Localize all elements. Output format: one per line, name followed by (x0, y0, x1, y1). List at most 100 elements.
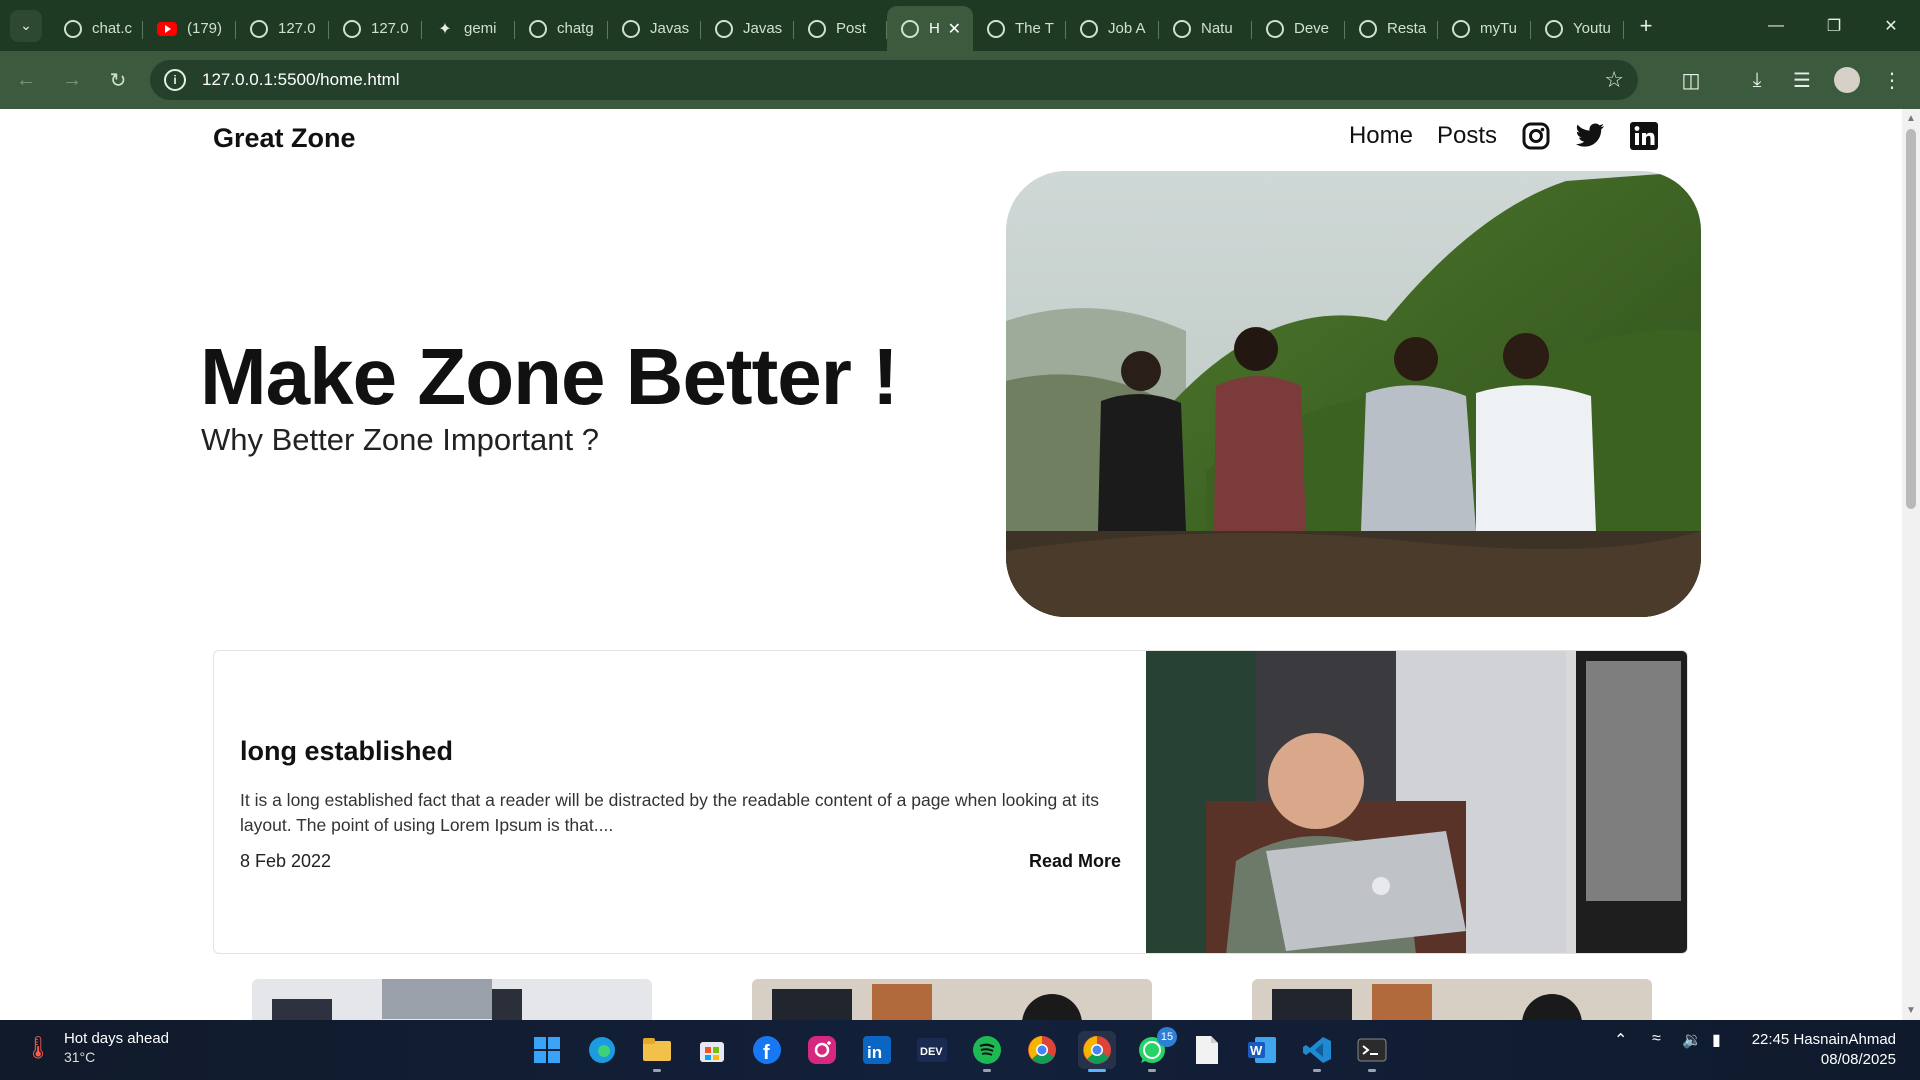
close-window-button[interactable]: ✕ (1862, 0, 1920, 51)
weather-temp: 31°C (63, 1049, 96, 1065)
tab-list: chat.c (179) 127.0 127.0 ✦ gemi chatg Javas Java… (50, 0, 1624, 51)
vscode-app[interactable] (1298, 1031, 1336, 1072)
browser-tab[interactable]: Javas (608, 11, 701, 47)
post-excerpt: It is a long established fact that a rea… (240, 790, 1100, 835)
store-app[interactable] (693, 1031, 731, 1069)
spotify-app[interactable] (968, 1031, 1006, 1072)
restore-button[interactable]: ❐ (1805, 0, 1863, 51)
nav-home-link[interactable]: Home (1349, 122, 1413, 150)
scrollbar-thumb[interactable] (1906, 129, 1916, 509)
browser-tab[interactable]: myTu (1438, 11, 1531, 47)
browser-tab[interactable]: Resta (1345, 11, 1438, 47)
address-bar[interactable]: i 127.0.0.1:5500/home.html ☆ (150, 60, 1638, 100)
forward-button[interactable]: → (52, 60, 92, 100)
media-control-button[interactable]: ☰ (1782, 60, 1822, 100)
windows-icon (534, 1037, 560, 1063)
reload-button[interactable]: ↻ (98, 60, 138, 100)
spotify-icon (973, 1036, 1001, 1064)
browser-tab[interactable]: Deve (1252, 11, 1345, 47)
browser-tab[interactable]: Job A (1066, 11, 1159, 47)
file-explorer-app[interactable] (638, 1031, 676, 1072)
post-title[interactable]: long established (240, 736, 453, 767)
tab-search-button[interactable]: ⌄ (10, 9, 42, 42)
kebab-menu-icon: ⋮ (1882, 69, 1902, 92)
chrome-icon (1028, 1036, 1056, 1064)
svg-text:DEV: DEV (920, 1046, 943, 1058)
browser-tab[interactable]: H ✕ (887, 6, 973, 51)
site-info-icon[interactable]: i (164, 69, 186, 91)
taskbar: 🌡 Hot days ahead 31°C f in DEV 15 W ⌃ ≈ … (0, 1020, 1920, 1080)
file-icon (1196, 1036, 1218, 1064)
chevron-up-icon[interactable]: ⌃ (1614, 1030, 1627, 1050)
weather-widget[interactable]: 🌡 Hot days ahead 31°C (24, 1030, 169, 1065)
whatsapp-app[interactable]: 15 (1133, 1027, 1177, 1072)
start-button[interactable] (528, 1031, 566, 1069)
instagram-icon (808, 1036, 836, 1064)
browser-tab[interactable]: (179) (143, 11, 236, 47)
browser-toolbar: ← → ↻ i 127.0.0.1:5500/home.html ☆ ◫ ⤓ ☰… (0, 51, 1920, 109)
browser-tab[interactable]: chatg (515, 11, 608, 47)
browser-tab[interactable]: 127.0 (236, 11, 329, 47)
browser-tab[interactable]: 127.0 (329, 11, 422, 47)
browser-tab[interactable]: Natu (1159, 11, 1252, 47)
bookmark-star-icon[interactable]: ☆ (1604, 67, 1624, 93)
svg-text:f: f (763, 1042, 770, 1064)
wifi-icon[interactable]: ≈ (1652, 1030, 1661, 1048)
arrow-right-icon: → (62, 68, 82, 91)
devto-app[interactable]: DEV (913, 1031, 951, 1069)
linkedin-icon: in (863, 1036, 891, 1064)
gemini-icon: ✦ (438, 20, 452, 38)
read-more-link[interactable]: Read More (1029, 851, 1121, 872)
linkedin-app[interactable]: in (858, 1031, 896, 1069)
terminal-icon (1357, 1038, 1387, 1062)
close-tab-icon[interactable]: ✕ (948, 19, 961, 39)
instagram-icon[interactable] (1521, 121, 1551, 151)
chrome-app[interactable] (1023, 1031, 1061, 1069)
instagram-app[interactable] (803, 1031, 841, 1069)
profile-button[interactable] (1827, 60, 1867, 100)
browser-tab[interactable]: The T (973, 11, 1066, 47)
site-brand[interactable]: Great Zone (213, 123, 356, 154)
hero-image (1006, 171, 1701, 617)
notepad-app[interactable] (1188, 1031, 1226, 1069)
post-thumbnail-card[interactable] (1252, 979, 1652, 1020)
page-scrollbar[interactable]: ▲ ▼ (1902, 109, 1920, 1020)
chrome-profile-app[interactable] (1078, 1031, 1116, 1072)
globe-icon (987, 19, 1005, 38)
edge-app[interactable] (583, 1031, 621, 1069)
avatar (1834, 67, 1860, 93)
scroll-down-icon[interactable]: ▼ (1906, 1005, 1916, 1016)
browser-tab[interactable]: ✦ gemi (422, 11, 515, 47)
youtube-icon (157, 21, 177, 36)
back-button[interactable]: ← (6, 60, 46, 100)
linkedin-icon[interactable] (1629, 121, 1659, 151)
post-thumbnail-card[interactable] (252, 979, 652, 1020)
browser-tab[interactable]: Javas (701, 11, 794, 47)
clock[interactable]: 22:45 HasnainAhmad 08/08/2025 (1752, 1030, 1896, 1070)
twitter-icon[interactable] (1575, 121, 1605, 151)
tab-label: chat.c (92, 20, 133, 37)
scroll-up-icon[interactable]: ▲ (1906, 113, 1916, 124)
downloads-button[interactable]: ⤓ (1737, 60, 1777, 100)
word-app[interactable]: W (1243, 1031, 1281, 1069)
tab-label: Javas (743, 20, 783, 37)
tab-label: myTu (1480, 20, 1517, 37)
nav-posts-link[interactable]: Posts (1437, 122, 1497, 150)
tab-label: Youtu (1573, 20, 1611, 37)
browser-tab[interactable]: Youtu (1531, 11, 1624, 47)
browser-tab[interactable]: Post (794, 11, 887, 47)
minimize-button[interactable]: — (1747, 0, 1805, 51)
globe-icon (901, 19, 919, 38)
tab-label: Deve (1294, 20, 1330, 37)
terminal-app[interactable] (1353, 1031, 1391, 1072)
volume-icon[interactable]: 🔉 (1682, 1030, 1702, 1050)
post-thumbnail-card[interactable] (752, 979, 1152, 1020)
facebook-app[interactable]: f (748, 1031, 786, 1069)
battery-icon[interactable]: ▮ (1712, 1030, 1721, 1050)
download-icon: ⤓ (1752, 68, 1762, 91)
extensions-button[interactable]: ◫ (1671, 60, 1711, 100)
new-tab-button[interactable]: + (1630, 10, 1662, 42)
browser-tab[interactable]: chat.c (50, 11, 143, 47)
clock-date: 08/08/2025 (1820, 1051, 1896, 1068)
browser-menu-button[interactable]: ⋮ (1872, 60, 1912, 100)
